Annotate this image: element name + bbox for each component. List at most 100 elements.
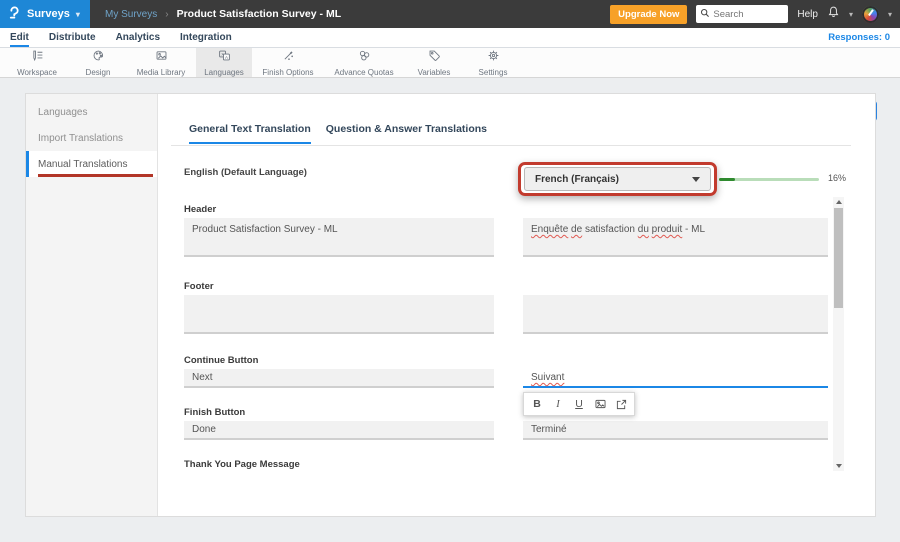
field-row-header: Header Product Satisfaction Survey - ML En… [158, 204, 833, 257]
edit-toolbar: Workspace Design Media Library xALanguages F… [0, 48, 900, 78]
field-columns: Done Terminé [184, 421, 833, 440]
translation-progress-label: 16% [828, 173, 846, 183]
tag-icon [428, 49, 441, 67]
toolbar-item-label: Variables [418, 68, 451, 77]
product-switcher[interactable]: Surveys ▾ [0, 0, 90, 28]
nav-tab-analytics[interactable]: Analytics [116, 28, 160, 47]
toolbar-item-label: Settings [479, 68, 508, 77]
questionpro-logo-icon [7, 6, 21, 23]
tab-question-answer-translations[interactable]: Question & Answer Translations [326, 123, 487, 144]
chevron-down-icon[interactable]: ▾ [849, 10, 853, 19]
upgrade-now-button[interactable]: Upgrade Now [610, 5, 687, 24]
toolbar-item-media-library[interactable]: Media Library [126, 48, 196, 77]
toolbar-item-label: Languages [204, 68, 244, 77]
translation-input-header[interactable]: Enquête de satisfaction du produit - ML [523, 218, 828, 257]
toolbar-item-variables[interactable]: Variables [404, 48, 464, 77]
field-row-continue-button: Continue Button NextSuivantBIU [158, 355, 833, 388]
translation-progress-bar [719, 178, 819, 181]
translations-sidebar: Languages Import Translations Manual Trans… [26, 94, 158, 516]
translate-icon: xA [218, 49, 231, 67]
field-row-thank-you-page-message: Thank You Page Message [158, 459, 833, 471]
workspace-icon [31, 49, 44, 67]
translation-input-finish-button[interactable]: Terminé [523, 421, 828, 440]
nav-tab-edit[interactable]: Edit [10, 28, 29, 47]
toolbar-item-label: Finish Options [262, 68, 313, 77]
field-columns [184, 295, 833, 334]
toolbar-item-label: Workspace [17, 68, 57, 77]
image-icon [155, 49, 168, 67]
toolbar-item-languages[interactable]: xALanguages [196, 48, 252, 77]
field-row-finish-button: Finish Button Done Terminé [158, 407, 833, 440]
scrollbar-thumb[interactable] [834, 208, 843, 308]
breadcrumb: My Surveys › Product Satisfaction Survey… [105, 0, 341, 28]
toolbar-item-settings[interactable]: Settings [464, 48, 522, 77]
search-icon [700, 5, 710, 23]
sidebar-item-languages[interactable]: Languages [26, 99, 157, 125]
insert-image-icon[interactable] [591, 396, 609, 412]
toolbar-item-label: Design [86, 68, 111, 77]
svg-text:A: A [224, 54, 227, 59]
toolbar-item-label: Media Library [137, 68, 185, 77]
fields-scroll-area: Header Product Satisfaction Survey - ML En… [158, 196, 833, 471]
field-label: Finish Button [184, 407, 833, 418]
vertical-scrollbar[interactable] [833, 197, 844, 471]
translation-cell-finish-button: Terminé [523, 421, 828, 440]
toolbar-item-finish-options[interactable]: Finish Options [252, 48, 324, 77]
nav-tab-integration[interactable]: Integration [180, 28, 232, 47]
global-search[interactable] [696, 5, 788, 23]
help-link[interactable]: Help [797, 9, 818, 20]
sidebar-item-label: Languages [38, 107, 88, 118]
nav-tab-distribute[interactable]: Distribute [49, 28, 96, 47]
search-input[interactable] [713, 9, 783, 20]
toolbar-items: Workspace Design Media Library xALanguages F… [0, 48, 900, 77]
chevron-down-icon: ▾ [76, 10, 80, 19]
field-label: Header [184, 204, 833, 215]
subnav-items: Edit Distribute Analytics Integration [0, 28, 900, 47]
translation-input-continue-button[interactable]: Suivant [523, 369, 828, 388]
field-label: Thank You Page Message [184, 459, 833, 470]
scroll-up-arrow[interactable] [833, 197, 844, 207]
toolbar-item-workspace[interactable]: Workspace [4, 48, 70, 77]
insert-link-icon[interactable] [612, 396, 630, 412]
chevron-down-icon[interactable]: ▾ [888, 10, 892, 19]
scroll-down-arrow[interactable] [833, 461, 844, 471]
field-columns: NextSuivantBIU [184, 369, 833, 388]
user-avatar[interactable] [862, 6, 879, 23]
toolbar-item-label: Advance Quotas [334, 68, 393, 77]
source-text-footer [184, 295, 494, 334]
translation-cell-header: Enquête de satisfaction du produit - ML [523, 218, 828, 257]
translations-content: General Text Translation Question & Answe… [158, 94, 875, 516]
wand-icon [282, 49, 295, 67]
bold-icon[interactable]: B [528, 396, 546, 412]
language-select[interactable]: French (Français) [524, 167, 711, 191]
toolbar-item-advance-quotas[interactable]: Advance Quotas [324, 48, 404, 77]
annotation-red-underline [38, 174, 153, 177]
gear-icon [487, 49, 500, 67]
sidebar-item-manual-translations[interactable]: Manual Translations [26, 151, 157, 177]
field-row-footer: Footer [158, 281, 833, 334]
field-label: Footer [184, 281, 833, 292]
tab-general-text-translation[interactable]: General Text Translation [189, 123, 311, 144]
topbar-right: Upgrade Now Help ▾ ▾ [610, 0, 892, 28]
translation-tabs: General Text Translation Question & Answe… [189, 123, 487, 144]
palette-icon [92, 49, 105, 67]
italic-icon[interactable]: I [549, 396, 567, 412]
underline-icon[interactable]: U [570, 396, 588, 412]
breadcrumb-my-surveys[interactable]: My Surveys [105, 9, 157, 20]
translation-input-footer[interactable] [523, 295, 828, 334]
toolbar-item-design[interactable]: Design [70, 48, 126, 77]
source-text-header: Product Satisfaction Survey - ML [184, 218, 494, 257]
sidebar-item-import-translations[interactable]: Import Translations [26, 125, 157, 151]
default-language-label: English (Default Language) [184, 167, 307, 178]
source-text-finish-button: Done [184, 421, 494, 440]
translation-cell-footer [523, 295, 828, 334]
sidebar-item-label: Manual Translations [38, 159, 128, 170]
breadcrumb-separator: › [165, 9, 168, 20]
language-select-value: French (Français) [535, 174, 619, 185]
responses-count[interactable]: Responses: 0 [828, 28, 890, 47]
field-label: Continue Button [184, 355, 833, 366]
translation-cell-continue-button: SuivantBIU [523, 369, 828, 388]
sidebar-item-label: Import Translations [38, 133, 123, 144]
translation-progress-fill [719, 178, 735, 181]
notifications-bell-icon[interactable] [827, 5, 840, 24]
